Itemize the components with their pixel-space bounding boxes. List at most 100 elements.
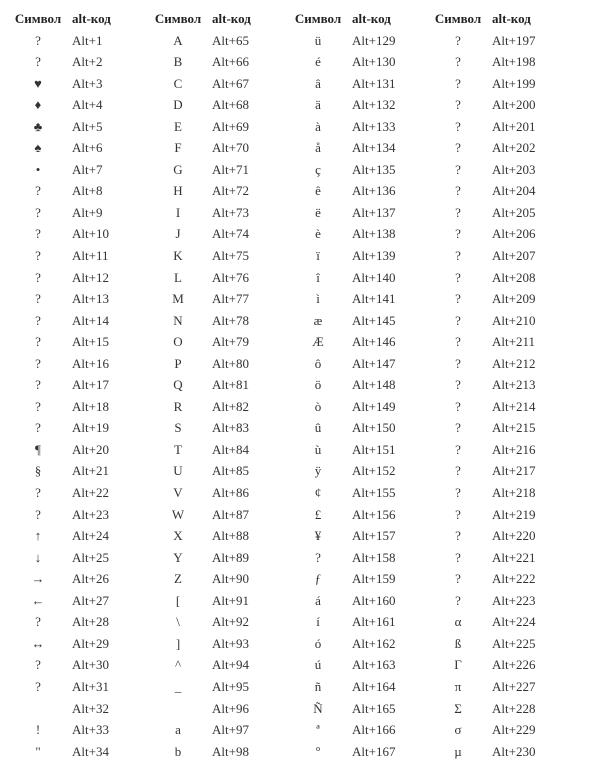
symbol-cell: A <box>152 30 212 52</box>
symbol-cell: U <box>152 460 212 482</box>
altcode-cell: Alt+165 <box>352 698 432 720</box>
altcode-cell: Alt+164 <box>352 676 432 698</box>
symbol-cell: ƒ <box>292 568 352 590</box>
altcode-cell: Alt+83 <box>212 417 292 439</box>
symbol-cell: ü <box>292 30 352 52</box>
altcode-cell: Alt+166 <box>352 719 432 741</box>
altcode-cell: Alt+149 <box>352 396 432 418</box>
symbol-cell: ? <box>12 504 72 526</box>
symbol-cell: ? <box>432 310 492 332</box>
altcode-cell: Alt+147 <box>352 353 432 375</box>
symbol-cell: ? <box>12 676 72 698</box>
altcode-cell: Alt+33 <box>72 719 152 741</box>
symbol-cell: ? <box>12 245 72 267</box>
symbol-cell: æ <box>292 310 352 332</box>
symbol-cell: ♣ <box>12 116 72 138</box>
header-altcode: alt-код <box>492 8 572 30</box>
symbol-cell: ô <box>292 353 352 375</box>
altcode-cell: Alt+215 <box>492 417 572 439</box>
altcode-cell: Alt+18 <box>72 396 152 418</box>
symbol-cell: µ <box>432 741 492 763</box>
altcode-cell: Alt+79 <box>212 331 292 353</box>
altcode-cell: Alt+134 <box>352 137 432 159</box>
altcode-cell: Alt+221 <box>492 547 572 569</box>
altcode-cell: Alt+76 <box>212 267 292 289</box>
altcode-cell: Alt+73 <box>212 202 292 224</box>
altcode-cell: Alt+150 <box>352 417 432 439</box>
symbol-cell: X <box>152 525 212 547</box>
symbol-cell: P <box>152 353 212 375</box>
altcode-cell: Alt+159 <box>352 568 432 590</box>
altcode-cell: Alt+90 <box>212 568 292 590</box>
altcode-cell: Alt+210 <box>492 310 572 332</box>
altcode-cell: Alt+29 <box>72 633 152 655</box>
altcode-cell: Alt+71 <box>212 159 292 181</box>
altcode-cell: Alt+26 <box>72 568 152 590</box>
altcode-cell: Alt+224 <box>492 611 572 633</box>
symbol-cell: ? <box>432 245 492 267</box>
altcode-cell: Alt+197 <box>492 30 572 52</box>
altcode-cell: Alt+220 <box>492 525 572 547</box>
symbol-cell: → <box>12 568 72 590</box>
symbol-cell: D <box>152 94 212 116</box>
symbol-cell: T <box>152 439 212 461</box>
altcode-cell: Alt+151 <box>352 439 432 461</box>
altcode-cell: Alt+9 <box>72 202 152 224</box>
symbol-cell: ♥ <box>12 73 72 95</box>
altcode-cell: Alt+6 <box>72 137 152 159</box>
altcode-cell: Alt+12 <box>72 267 152 289</box>
symbol-cell: ì <box>292 288 352 310</box>
symbol-cell: ? <box>12 310 72 332</box>
altcode-cell: Alt+207 <box>492 245 572 267</box>
altcode-cell: Alt+85 <box>212 460 292 482</box>
symbol-cell: Ñ <box>292 698 352 720</box>
altcode-cell: Alt+80 <box>212 353 292 375</box>
altcode-cell: Alt+27 <box>72 590 152 612</box>
symbol-cell: ? <box>12 654 72 676</box>
altcode-cell: Alt+137 <box>352 202 432 224</box>
symbol-cell: ↔ <box>12 633 72 655</box>
symbol-cell: ? <box>12 223 72 245</box>
symbol-cell: ? <box>12 417 72 439</box>
altcode-cell: Alt+97 <box>212 719 292 741</box>
symbol-cell: F <box>152 137 212 159</box>
symbol-cell: £ <box>292 504 352 526</box>
altcode-cell: Alt+98 <box>212 741 292 763</box>
altcode-cell: Alt+32 <box>72 698 152 720</box>
altcode-cell: Alt+31 <box>72 676 152 698</box>
altcode-cell: Alt+1 <box>72 30 152 52</box>
altcode-cell: Alt+20 <box>72 439 152 461</box>
altcode-cell: Alt+131 <box>352 73 432 95</box>
symbol-cell: ← <box>12 590 72 612</box>
symbol-cell: ª <box>292 719 352 741</box>
altcode-cell: Alt+217 <box>492 460 572 482</box>
symbol-cell: ? <box>432 73 492 95</box>
symbol-cell: è <box>292 223 352 245</box>
symbol-cell: S <box>152 417 212 439</box>
altcode-cell: Alt+68 <box>212 94 292 116</box>
altcode-cell: Alt+223 <box>492 590 572 612</box>
symbol-cell: Q <box>152 374 212 396</box>
symbol-cell: ↑ <box>12 525 72 547</box>
header-symbol: Символ <box>12 8 72 30</box>
altcode-cell: Alt+216 <box>492 439 572 461</box>
altcode-cell: Alt+136 <box>352 180 432 202</box>
altcode-cell: Alt+15 <box>72 331 152 353</box>
symbol-cell: H <box>152 180 212 202</box>
symbol-cell: Σ <box>432 698 492 720</box>
altcode-cell: Alt+198 <box>492 51 572 73</box>
symbol-cell: ? <box>12 51 72 73</box>
symbol-cell: û <box>292 417 352 439</box>
symbol-cell: í <box>292 611 352 633</box>
altcode-cell: Alt+140 <box>352 267 432 289</box>
altcode-cell: Alt+146 <box>352 331 432 353</box>
altcode-cell: Alt+5 <box>72 116 152 138</box>
symbol-cell: • <box>12 159 72 181</box>
symbol-cell: [ <box>152 590 212 612</box>
symbol-cell: \ <box>152 611 212 633</box>
altcode-cell: Alt+156 <box>352 504 432 526</box>
symbol-cell: ¢ <box>292 482 352 504</box>
symbol-cell: ó <box>292 633 352 655</box>
header-symbol: Символ <box>432 8 492 30</box>
symbol-cell: ? <box>12 180 72 202</box>
